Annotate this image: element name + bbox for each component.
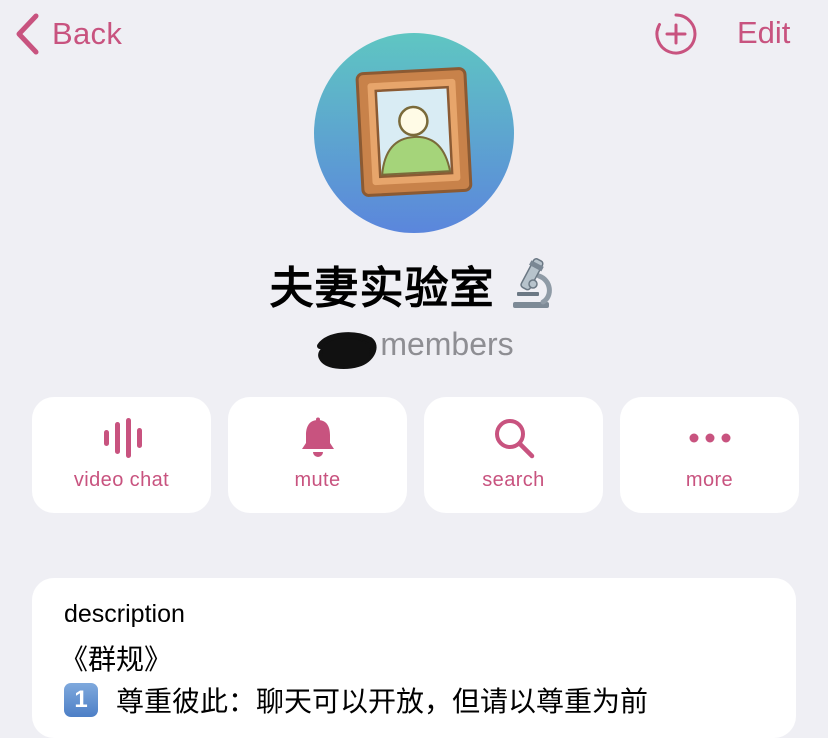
mute-label: mute: [294, 469, 341, 491]
back-label: Back: [52, 16, 123, 51]
description-line-1: 《群规》: [60, 643, 173, 676]
video-chat-button[interactable]: video chat: [32, 397, 211, 513]
add-circle-icon[interactable]: [654, 12, 698, 56]
voice-wave-icon: [103, 418, 142, 458]
search-button[interactable]: search: [424, 397, 603, 513]
group-avatar[interactable]: [314, 33, 514, 233]
more-label: more: [685, 469, 734, 491]
keycap-1-icon: 1: [64, 683, 98, 717]
picture-frame-icon: [314, 33, 514, 233]
mute-button[interactable]: mute: [228, 397, 407, 513]
description-line-2: 1 尊重彼此：聊天可以开放，但请以尊重为前: [64, 680, 648, 720]
description-card: description 《群规》 1 尊重彼此：聊天可以开放，但请以尊重为前: [32, 578, 796, 738]
redaction-scribble: [317, 332, 377, 369]
chevron-left-icon: [16, 13, 39, 55]
search-icon: [494, 419, 534, 459]
ellipsis-icon: [689, 433, 730, 443]
video-chat-label: video chat: [73, 469, 170, 491]
members-row: members: [0, 320, 828, 369]
description-line-2-text: 尊重彼此：聊天可以开放，但请以尊重为前: [116, 685, 649, 718]
description-heading: description: [64, 600, 185, 628]
bell-icon: [301, 417, 334, 457]
action-buttons: video chat mute search more: [32, 397, 799, 513]
edit-button[interactable]: Edit: [737, 15, 790, 51]
group-title-row: 夫妻实验室: [0, 252, 828, 316]
microscope-icon: [512, 258, 552, 308]
group-title: 夫妻实验室: [269, 263, 495, 314]
more-button[interactable]: more: [620, 397, 799, 513]
members-label: members: [380, 325, 514, 362]
back-button[interactable]: Back: [14, 12, 122, 56]
search-label: search: [482, 469, 545, 491]
